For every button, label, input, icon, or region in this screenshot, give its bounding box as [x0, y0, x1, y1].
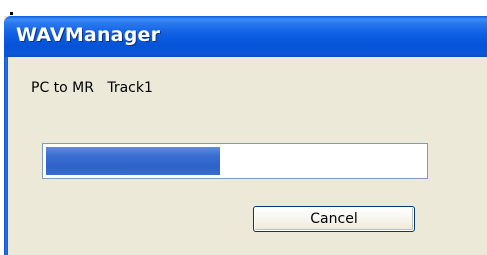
transfer-status-label: PC to MR Track1	[31, 80, 153, 96]
wavmanager-dialog: WAVManager PC to MR Track1 Cancel	[4, 16, 487, 255]
cursor-dot	[10, 12, 13, 15]
cancel-button[interactable]: Cancel	[253, 206, 415, 232]
progress-fill	[46, 147, 220, 175]
screenshot-stage: WAVManager PC to MR Track1 Cancel	[0, 0, 487, 255]
title-bar[interactable]: WAVManager	[4, 16, 487, 57]
progress-track	[46, 147, 424, 175]
progress-bar	[42, 143, 428, 179]
window-frame-left	[4, 57, 8, 255]
window-title: WAVManager	[16, 24, 161, 46]
